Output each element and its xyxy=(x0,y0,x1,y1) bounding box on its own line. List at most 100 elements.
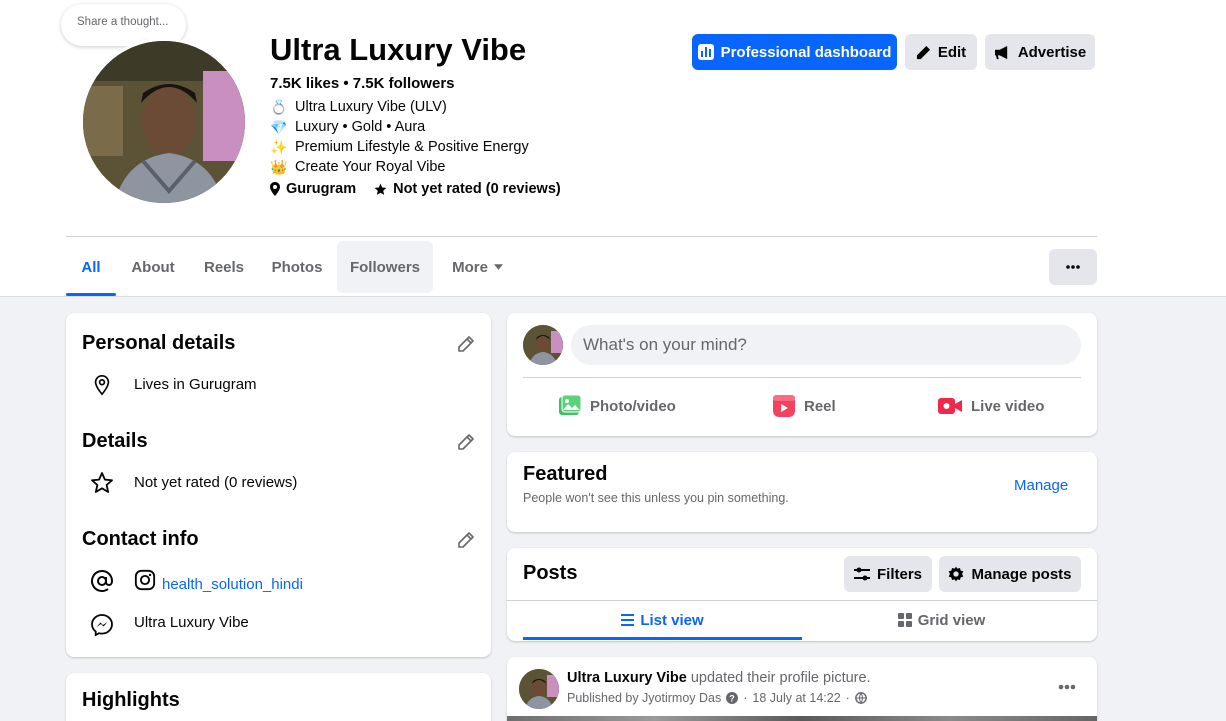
page-title: Ultra Luxury Vibe xyxy=(270,32,527,67)
tab-reels[interactable]: Reels xyxy=(194,241,254,293)
svg-text:?: ? xyxy=(729,694,735,704)
photo-video-button[interactable]: Photo/video xyxy=(558,391,676,421)
location-pin-icon xyxy=(270,182,280,196)
filters-label: Filters xyxy=(876,565,922,583)
live-video-button[interactable]: Live video xyxy=(937,391,1044,421)
details-title: Details xyxy=(82,430,148,452)
manage-posts-label: Manage posts xyxy=(971,565,1072,583)
star-outline-icon xyxy=(91,472,113,493)
at-sign-icon xyxy=(91,570,114,592)
post-date[interactable]: 18 July at 14:22 xyxy=(752,691,840,705)
more-options-button[interactable] xyxy=(1049,249,1097,285)
tab-more-label: More xyxy=(452,258,488,276)
post-card xyxy=(507,657,1097,721)
separator-dot: · xyxy=(743,691,748,705)
grid-view-tab[interactable]: Grid view xyxy=(802,601,1081,639)
filters-icon xyxy=(853,567,870,581)
post-author-avatar[interactable] xyxy=(519,669,559,709)
lives-in-text: Lives in Gurugram xyxy=(134,376,257,393)
page-bio: 💍 Ultra Luxury Vibe (ULV) 💎 Luxury • Gold … xyxy=(270,97,529,177)
share-thought-text: Share a thought... xyxy=(77,16,169,28)
list-view-tab[interactable]: List view xyxy=(523,601,802,639)
crown-icon: 👑 xyxy=(270,159,288,175)
featured-manage-link[interactable]: Manage xyxy=(1014,477,1068,494)
edit-details-icon[interactable] xyxy=(456,432,476,452)
composer-input[interactable]: What's on your mind? xyxy=(571,325,1081,365)
edit-label: Edit xyxy=(937,43,967,61)
edit-button[interactable]: Edit xyxy=(905,34,977,70)
bio-line: 💎 Luxury • Gold • Aura xyxy=(270,117,529,137)
featured-title: Featured xyxy=(523,463,608,485)
ellipsis-icon xyxy=(1066,265,1080,269)
post-options-icon[interactable] xyxy=(1058,684,1076,690)
ring-icon: 💍 xyxy=(270,99,288,115)
tab-followers[interactable]: Followers xyxy=(337,241,433,293)
featured-subtitle: People won't see this unless you pin som… xyxy=(523,491,789,505)
avatar-photo xyxy=(519,669,559,709)
grid-icon xyxy=(897,613,912,627)
star-icon xyxy=(374,183,387,195)
pencil-icon xyxy=(916,45,930,59)
live-video-label: Live video xyxy=(971,397,1045,415)
instagram-icon xyxy=(134,569,156,591)
advertise-button[interactable]: Advertise xyxy=(985,34,1095,70)
bio-text: Premium Lifestyle & Positive Energy xyxy=(295,139,529,155)
rating-detail-text: Not yet rated (0 reviews) xyxy=(134,474,298,491)
bio-text: Ultra Luxury Vibe (ULV) xyxy=(295,99,447,115)
gem-icon: 💎 xyxy=(270,119,288,135)
list-view-indicator xyxy=(523,637,802,640)
photo-video-label: Photo/video xyxy=(590,397,676,415)
tab-all[interactable]: All xyxy=(66,241,116,293)
edit-personal-details-icon[interactable] xyxy=(456,334,476,354)
likes-followers-count[interactable]: 7.5K likes • 7.5K followers xyxy=(270,75,455,92)
header-divider xyxy=(66,236,1097,237)
personal-details-title: Personal details xyxy=(82,332,236,354)
help-icon[interactable]: ? xyxy=(726,692,739,704)
post-action: updated their profile picture. xyxy=(690,670,871,686)
composer-avatar[interactable] xyxy=(523,325,563,365)
location-rating-line: Gurugram Not yet rated (0 reviews) xyxy=(270,181,561,197)
avatar-photo xyxy=(523,325,563,365)
active-tab-indicator xyxy=(66,293,116,296)
instagram-link[interactable]: health_solution_hindi xyxy=(162,576,303,593)
bio-line: 💍 Ultra Luxury Vibe (ULV) xyxy=(270,97,529,117)
bio-line: 👑 Create Your Royal Vibe xyxy=(270,157,529,177)
list-view-label: List view xyxy=(640,611,704,629)
dashboard-icon xyxy=(697,44,714,60)
live-video-icon xyxy=(938,398,962,414)
location-pin-icon xyxy=(94,375,110,396)
sparkles-icon: ✨ xyxy=(270,139,288,155)
globe-icon xyxy=(854,692,867,704)
grid-view-label: Grid view xyxy=(917,611,986,629)
separator-dot: · xyxy=(845,691,850,705)
caret-down-icon xyxy=(493,264,503,270)
published-by[interactable]: Published by Jyotirmoy Das xyxy=(567,691,721,705)
post-meta: Published by Jyotirmoy Das ? · 18 July a… xyxy=(567,691,867,705)
bio-text: Create Your Royal Vibe xyxy=(295,159,446,175)
list-icon xyxy=(621,614,635,626)
photo-icon xyxy=(559,394,582,415)
reel-label: Reel xyxy=(804,397,836,415)
composer-divider xyxy=(523,377,1081,378)
rating-text[interactable]: Not yet rated (0 reviews) xyxy=(393,181,561,197)
reel-button[interactable]: Reel xyxy=(772,391,836,421)
manage-posts-button[interactable]: Manage posts xyxy=(939,556,1081,592)
messenger-icon xyxy=(91,614,113,637)
edit-contact-info-icon[interactable] xyxy=(456,530,476,550)
location-text[interactable]: Gurugram xyxy=(286,181,356,197)
bio-text: Luxury • Gold • Aura xyxy=(295,119,426,135)
posts-title: Posts xyxy=(523,562,578,584)
post-author[interactable]: Ultra Luxury Vibe xyxy=(567,670,687,686)
contact-info-title: Contact info xyxy=(82,528,199,550)
advertise-label: Advertise xyxy=(1017,43,1087,61)
highlights-title: Highlights xyxy=(82,689,180,711)
tab-photos[interactable]: Photos xyxy=(262,241,332,293)
profile-avatar[interactable] xyxy=(80,38,248,206)
tab-more[interactable]: More xyxy=(440,241,515,293)
messenger-text: Ultra Luxury Vibe xyxy=(134,614,249,631)
professional-dashboard-button[interactable]: Professional dashboard xyxy=(692,34,897,70)
post-image-preview[interactable] xyxy=(507,716,1097,721)
filters-button[interactable]: Filters xyxy=(844,556,932,592)
tab-about[interactable]: About xyxy=(120,241,186,293)
bio-line: ✨ Premium Lifestyle & Positive Energy xyxy=(270,137,529,157)
